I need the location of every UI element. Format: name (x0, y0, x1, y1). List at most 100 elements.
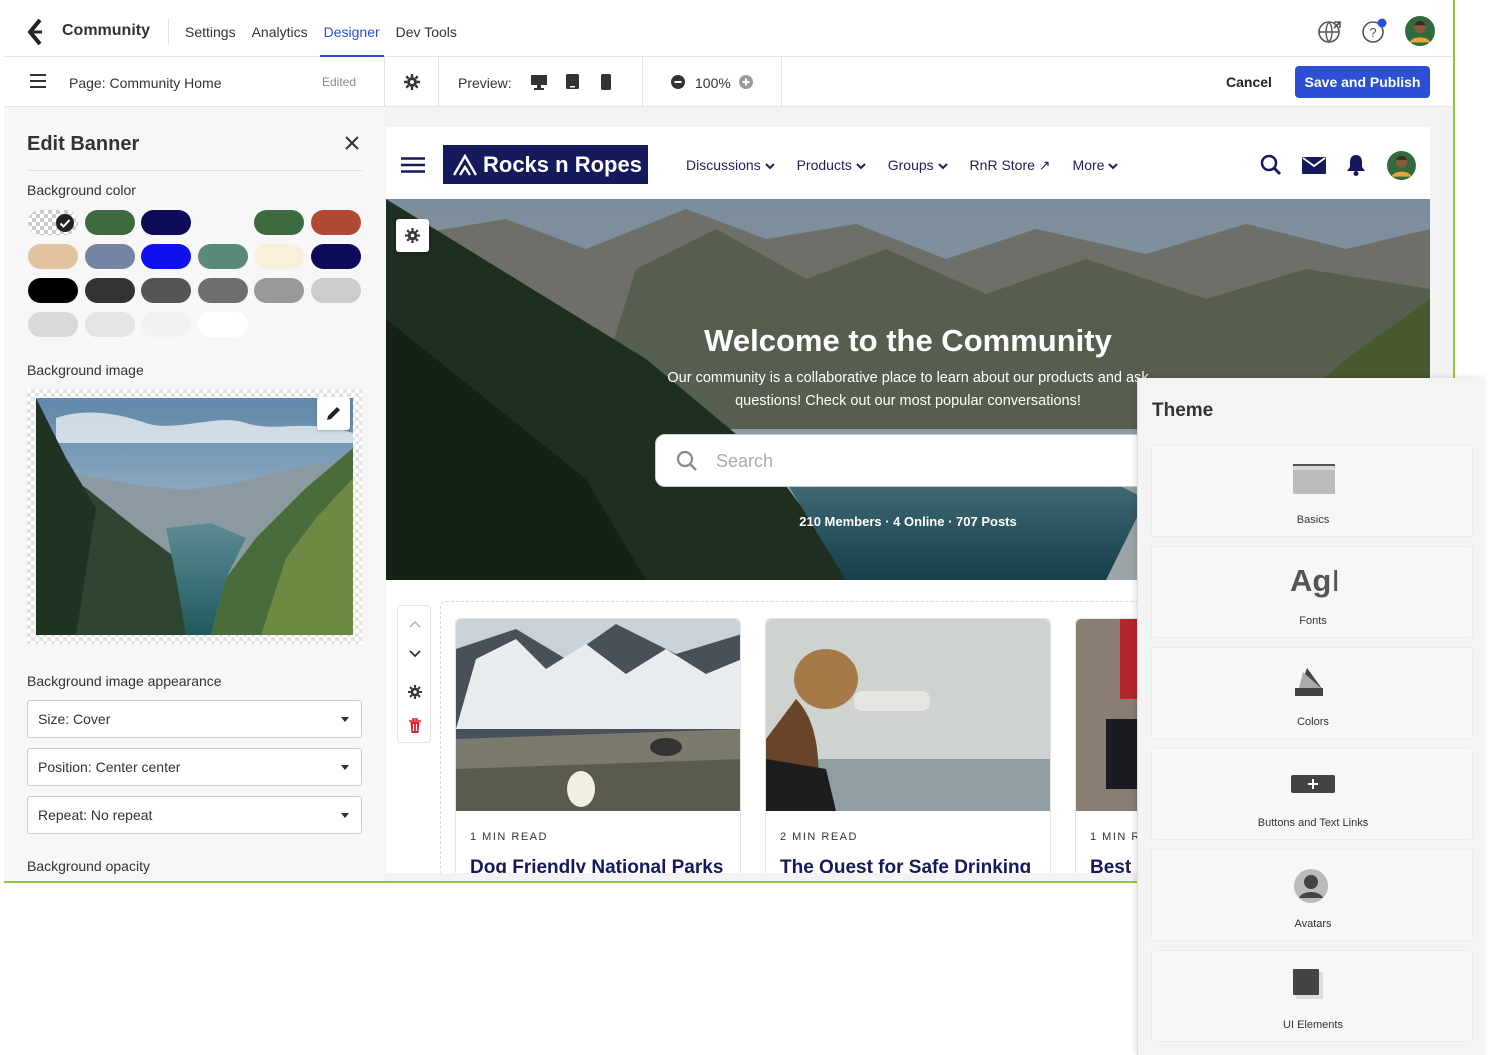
color-swatch[interactable] (84, 312, 135, 337)
theme-item-buttons[interactable]: Buttons and Text Links (1151, 748, 1473, 840)
pencil-icon (327, 407, 340, 420)
theme-item-colors[interactable]: Colors (1151, 647, 1473, 739)
search-icon[interactable] (1260, 154, 1282, 176)
color-swatch[interactable] (84, 210, 135, 235)
divider (438, 57, 439, 107)
background-image-label: Background image (27, 362, 144, 378)
bell-icon[interactable] (1346, 154, 1366, 176)
color-swatch[interactable] (310, 244, 361, 269)
site-nav-groups[interactable]: Groups (888, 157, 948, 174)
close-icon[interactable] (344, 135, 360, 151)
site-nav-discussions[interactable]: Discussions (686, 157, 775, 174)
chevron-down-icon (764, 163, 775, 170)
repeat-select-value: Repeat: No repeat (38, 807, 153, 823)
mail-icon[interactable] (1302, 157, 1326, 174)
search-icon (676, 450, 697, 471)
edit-image-button[interactable] (317, 397, 350, 430)
globe-icon[interactable] (1317, 18, 1343, 44)
color-swatch[interactable] (197, 210, 248, 235)
color-swatch[interactable] (141, 210, 191, 235)
article-title[interactable]: Best (1090, 857, 1131, 873)
app-name: Community (62, 22, 150, 39)
color-swatch[interactable] (28, 312, 78, 337)
site-nav-label: Products (796, 157, 852, 173)
tablet-preview-icon[interactable] (565, 73, 580, 90)
color-swatch[interactable] (254, 244, 304, 269)
banner-subtitle: Our community is a collaborative place t… (667, 370, 1149, 409)
banner-settings-button[interactable] (396, 219, 429, 252)
color-swatch[interactable] (84, 244, 135, 269)
mountain-logo-icon (453, 154, 477, 176)
color-swatch[interactable] (197, 312, 248, 337)
site-nav-label: Groups (887, 157, 934, 173)
caret-down-icon (341, 717, 349, 722)
zoom-in-icon[interactable] (739, 75, 753, 89)
brand-logo[interactable]: Rocks n Ropes (443, 145, 648, 184)
color-swatch[interactable] (141, 312, 191, 337)
nav-designer[interactable]: Designer (319, 24, 384, 57)
move-down-icon[interactable] (409, 650, 421, 658)
desktop-preview-icon[interactable] (530, 74, 548, 90)
trash-icon[interactable] (408, 718, 422, 734)
save-and-publish-button[interactable]: Save and Publish (1295, 66, 1430, 98)
nav-analytics[interactable]: Analytics (252, 24, 308, 40)
community-logo-icon[interactable] (24, 18, 48, 46)
article-title[interactable]: The Quest for Safe Drinking (780, 857, 1031, 873)
mobile-preview-icon[interactable] (601, 74, 611, 90)
snowy-mountain-dogs-image (456, 619, 740, 811)
avatar-icon (1294, 869, 1328, 903)
hamburger-menu-icon[interactable] (30, 74, 46, 88)
color-swatch[interactable] (141, 278, 191, 303)
color-swatch[interactable] (254, 278, 304, 303)
color-swatch-fan-icon (1295, 668, 1323, 696)
color-swatch[interactable] (197, 244, 248, 269)
page-settings-gear-icon[interactable] (404, 74, 420, 90)
size-select-value: Size: Cover (38, 711, 111, 727)
opacity-label: Background opacity (27, 858, 150, 874)
size-select[interactable]: Size: Cover (27, 700, 362, 738)
zoom-out-icon[interactable] (671, 75, 685, 89)
page-label[interactable]: Page: Community Home (69, 75, 222, 91)
site-nav-more[interactable]: More (1073, 157, 1119, 174)
color-swatch[interactable] (310, 210, 361, 235)
color-swatch[interactable] (28, 210, 78, 235)
site-nav-label: More (1072, 157, 1105, 173)
theme-item-label: Buttons and Text Links (1257, 817, 1369, 829)
theme-item-avatars[interactable]: Avatars (1151, 849, 1473, 941)
article-title[interactable]: Dog Friendly National Parks (470, 857, 723, 873)
color-swatch[interactable] (28, 278, 78, 303)
top-icons: ? (1317, 16, 1435, 46)
gear-icon (405, 228, 420, 243)
color-swatch[interactable] (254, 210, 304, 235)
color-swatch[interactable] (310, 278, 361, 303)
avatar[interactable] (1405, 16, 1435, 46)
theme-item-basics[interactable]: Basics (1151, 445, 1473, 537)
color-swatch[interactable] (28, 244, 78, 269)
color-swatch[interactable] (141, 244, 191, 269)
top-nav: Settings Analytics Designer Dev Tools (185, 24, 457, 57)
folder-icon (1293, 464, 1335, 494)
banner-search-input[interactable]: Search (655, 434, 1161, 487)
editor-toolbar: Page: Community Home Edited Preview: 100… (4, 57, 1453, 107)
article-card[interactable]: 1 MIN READ Dog Friendly National Parks (455, 618, 741, 873)
nav-settings[interactable]: Settings (185, 24, 236, 40)
color-swatch[interactable] (197, 278, 248, 303)
color-swatch[interactable] (84, 278, 135, 303)
site-nav-products[interactable]: Products (797, 157, 866, 174)
article-card[interactable]: 2 MIN READ The Quest for Safe Drinking (765, 618, 1051, 873)
theme-item-ui-elements[interactable]: UI Elements (1151, 950, 1473, 1042)
position-select[interactable]: Position: Center center (27, 748, 362, 786)
site-nav-store[interactable]: RnR Store ↗ (970, 157, 1051, 174)
repeat-select[interactable]: Repeat: No repeat (27, 796, 362, 834)
cancel-button[interactable]: Cancel (1226, 74, 1272, 90)
site-avatar[interactable] (1387, 151, 1416, 180)
move-up-icon[interactable] (409, 620, 421, 628)
section-gear-icon[interactable] (408, 685, 422, 699)
theme-item-fonts[interactable]: AgI Fonts (1151, 546, 1473, 638)
site-menu-icon[interactable] (401, 157, 425, 173)
nav-dev-tools[interactable]: Dev Tools (396, 24, 457, 40)
edit-status: Edited (322, 75, 357, 89)
help-icon[interactable]: ? (1361, 18, 1387, 44)
theme-item-label: Fonts (1299, 615, 1327, 627)
read-time: 1 MIN READ (470, 831, 548, 843)
